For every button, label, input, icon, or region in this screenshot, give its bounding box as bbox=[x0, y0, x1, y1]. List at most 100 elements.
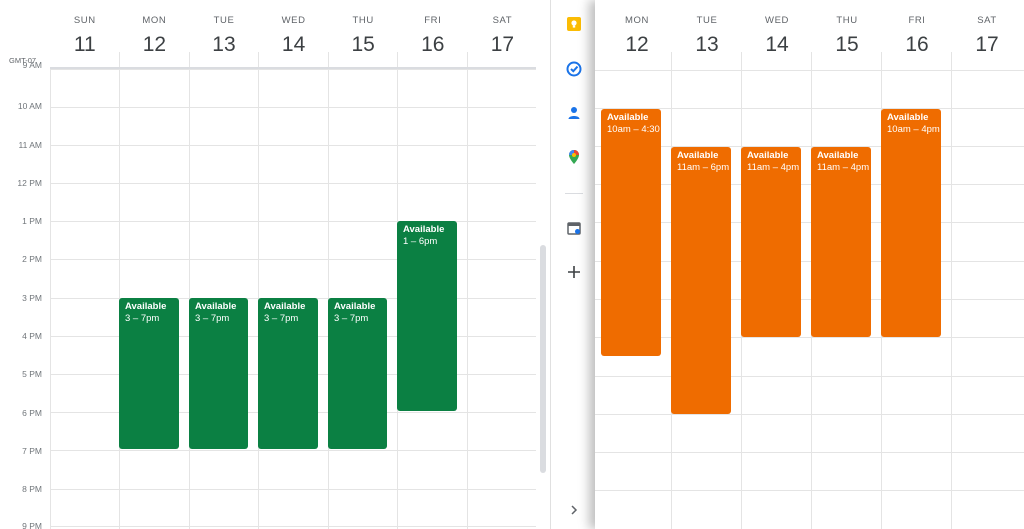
hour-line bbox=[595, 376, 1024, 377]
hour-label: 8 PM bbox=[22, 484, 42, 494]
event-available-fri[interactable]: Available 10am – 4pm bbox=[881, 109, 941, 337]
expand-chevron-icon[interactable] bbox=[565, 501, 583, 519]
hour-line bbox=[50, 450, 536, 451]
hour-label: 3 PM bbox=[22, 293, 42, 303]
event-available-wed[interactable]: Available 3 – 7pm bbox=[258, 298, 318, 449]
day-number[interactable]: 14 bbox=[742, 33, 812, 57]
hour-line bbox=[50, 259, 536, 260]
event-title: Available bbox=[747, 150, 789, 161]
column-divider bbox=[119, 52, 120, 68]
event-title: Available bbox=[125, 301, 167, 312]
day-header-sat[interactable]: SAT 17 bbox=[952, 0, 1022, 68]
hour-label: 7 PM bbox=[22, 446, 42, 456]
event-time: 11am – 4pm bbox=[817, 162, 870, 173]
day-number[interactable]: 15 bbox=[812, 33, 882, 57]
day-of-week: TUE bbox=[213, 15, 235, 26]
day-header-thu[interactable]: THU 15 bbox=[328, 0, 398, 68]
event-available-fri[interactable]: Available 1 – 6pm bbox=[397, 221, 457, 411]
column-divider bbox=[189, 52, 190, 68]
hour-label: 10 AM bbox=[17, 101, 42, 111]
tasks-icon[interactable] bbox=[565, 60, 583, 78]
event-title: Available bbox=[677, 150, 719, 161]
column-divider bbox=[328, 52, 329, 68]
day-of-week: SAT bbox=[977, 15, 997, 26]
day-number[interactable]: 16 bbox=[398, 33, 468, 57]
column-divider bbox=[467, 52, 468, 68]
hour-label: 2 PM bbox=[22, 254, 42, 264]
day-number[interactable]: 15 bbox=[328, 33, 398, 57]
day-header-tue[interactable]: TUE 13 bbox=[189, 0, 259, 68]
hour-line bbox=[595, 490, 1024, 491]
day-number[interactable]: 13 bbox=[189, 33, 259, 57]
event-title: Available bbox=[195, 301, 237, 312]
hour-line bbox=[50, 107, 536, 108]
add-icon[interactable] bbox=[565, 263, 583, 281]
day-header-wed[interactable]: WED 14 bbox=[259, 0, 329, 68]
hour-label: 9 PM bbox=[22, 521, 42, 529]
event-available-mon[interactable]: Available 3 – 7pm bbox=[119, 298, 179, 449]
event-available-mon[interactable]: Available 10am – 4:30 bbox=[601, 109, 661, 356]
day-of-week: TUE bbox=[696, 15, 718, 26]
contacts-icon[interactable] bbox=[565, 104, 583, 122]
hour-line bbox=[50, 145, 536, 146]
day-header-sat[interactable]: SAT 17 bbox=[468, 0, 538, 68]
column-divider bbox=[397, 52, 398, 68]
event-available-wed[interactable]: Available 11am – 4pm bbox=[741, 147, 801, 337]
day-number[interactable]: 16 bbox=[882, 33, 952, 57]
day-header-fri[interactable]: FRI 16 bbox=[882, 0, 952, 68]
event-available-tue[interactable]: Available 3 – 7pm bbox=[189, 298, 248, 449]
event-available-thu[interactable]: Available 11am – 4pm bbox=[811, 147, 871, 337]
event-available-thu[interactable]: Available 3 – 7pm bbox=[328, 298, 387, 449]
right-calendar-window: MON 12 TUE 13 WED 14 THU 15 FRI 16 SAT 1… bbox=[595, 0, 1024, 529]
maps-icon[interactable] bbox=[565, 148, 583, 166]
event-available-tue[interactable]: Available 11am – 6pm bbox=[671, 147, 731, 414]
hour-label: 9 AM bbox=[22, 60, 42, 70]
column-divider bbox=[951, 52, 952, 529]
day-number[interactable]: 12 bbox=[602, 33, 672, 57]
hour-label: 11 AM bbox=[18, 140, 42, 150]
event-time: 11am – 4pm bbox=[747, 162, 800, 173]
hour-label: 1 PM bbox=[22, 216, 42, 226]
event-time: 10am – 4pm bbox=[887, 124, 940, 135]
event-title: Available bbox=[887, 112, 929, 123]
keep-icon[interactable] bbox=[565, 15, 583, 33]
day-header-tue[interactable]: TUE 13 bbox=[672, 0, 742, 68]
event-title: Available bbox=[264, 301, 306, 312]
day-number[interactable]: 13 bbox=[672, 33, 742, 57]
day-header-sun[interactable]: SUN 11 bbox=[50, 0, 120, 68]
event-title: Available bbox=[403, 224, 445, 235]
hour-line bbox=[595, 414, 1024, 415]
day-number[interactable]: 17 bbox=[952, 33, 1022, 57]
calendar-addon-icon[interactable] bbox=[565, 219, 583, 237]
day-number[interactable]: 12 bbox=[120, 33, 190, 57]
panel-divider bbox=[565, 193, 583, 194]
day-header-wed[interactable]: WED 14 bbox=[742, 0, 812, 68]
day-of-week: MON bbox=[142, 15, 167, 26]
event-time: 3 – 7pm bbox=[125, 313, 160, 324]
day-number[interactable]: 17 bbox=[468, 33, 538, 57]
day-of-week: SAT bbox=[492, 15, 513, 26]
time-grid[interactable]: 9 AM 10 AM 11 AM 12 PM 1 PM 2 PM 3 PM 4 … bbox=[0, 60, 550, 529]
hour-line bbox=[50, 526, 536, 527]
day-number[interactable]: 14 bbox=[259, 33, 329, 57]
day-header-thu[interactable]: THU 15 bbox=[812, 0, 882, 68]
day-header-fri[interactable]: FRI 16 bbox=[398, 0, 468, 68]
event-time: 10am – 4:30 bbox=[607, 124, 660, 135]
event-title: Available bbox=[817, 150, 859, 161]
column-divider bbox=[467, 69, 468, 529]
hour-line bbox=[50, 489, 536, 490]
day-number[interactable]: 11 bbox=[50, 33, 120, 57]
day-header-mon[interactable]: MON 12 bbox=[120, 0, 190, 68]
hour-label: 12 PM bbox=[17, 178, 42, 188]
hour-line bbox=[595, 452, 1024, 453]
day-of-week: WED bbox=[765, 15, 789, 26]
event-title: Available bbox=[607, 112, 649, 123]
hour-label: 5 PM bbox=[22, 369, 42, 379]
left-week-header: SUN 11 MON 12 TUE 13 WED 14 THU 15 FRI 1… bbox=[0, 0, 550, 68]
day-of-week: SUN bbox=[73, 15, 96, 26]
scrollbar-thumb[interactable] bbox=[540, 245, 546, 473]
hour-label: 4 PM bbox=[22, 331, 42, 341]
day-header-mon[interactable]: MON 12 bbox=[602, 0, 672, 68]
day-of-week: FRI bbox=[908, 15, 926, 26]
event-time: 1 – 6pm bbox=[403, 236, 438, 247]
